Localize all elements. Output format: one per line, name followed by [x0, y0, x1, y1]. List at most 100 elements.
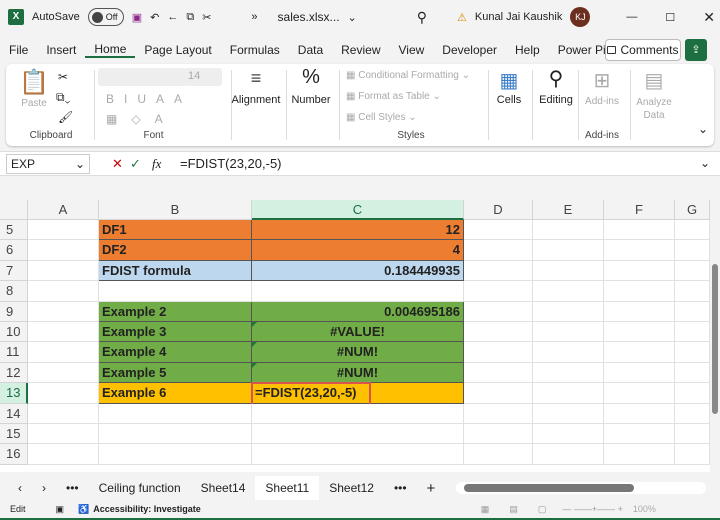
cut-icon[interactable]: ✂: [58, 70, 68, 84]
cell[interactable]: [604, 424, 675, 445]
cell-b9[interactable]: Example 2: [99, 301, 252, 322]
cell[interactable]: [464, 403, 533, 424]
cell[interactable]: [533, 281, 604, 302]
tab-file[interactable]: File: [0, 43, 37, 57]
cell[interactable]: [604, 403, 675, 424]
row-header-8[interactable]: 8: [0, 281, 28, 302]
format-painter-icon[interactable]: 🖌: [58, 110, 73, 124]
tab-formulas[interactable]: Formulas: [221, 43, 289, 57]
row-header-5[interactable]: 5: [0, 220, 28, 241]
cell[interactable]: [533, 403, 604, 424]
cell[interactable]: [533, 342, 604, 363]
number-button[interactable]: Number: [286, 94, 336, 106]
row-header-10[interactable]: 10: [0, 322, 28, 343]
tab-insert[interactable]: Insert: [37, 43, 85, 57]
column-header-c[interactable]: C: [252, 200, 464, 220]
cell[interactable]: [675, 362, 710, 384]
sheet-tab[interactable]: Sheet14: [191, 481, 256, 495]
row-header-6[interactable]: 6: [0, 240, 28, 261]
cell[interactable]: [464, 362, 533, 384]
cell[interactable]: [675, 260, 710, 282]
cell-b11[interactable]: Example 4: [99, 342, 252, 363]
cell[interactable]: [28, 424, 99, 445]
conditional-formatting-button[interactable]: ▦ Conditional Formatting ⌄: [346, 70, 470, 81]
tab-page-layout[interactable]: Page Layout: [135, 43, 220, 57]
cell[interactable]: [464, 322, 533, 343]
copy-icon[interactable]: ⧉: [186, 11, 194, 24]
name-box[interactable]: EXP ⌄: [6, 154, 90, 174]
cell-b14[interactable]: [99, 403, 252, 424]
horizontal-scrollbar[interactable]: [456, 482, 706, 494]
page-layout-view-icon[interactable]: ▤: [509, 504, 518, 515]
sheet-tab[interactable]: Sheet12: [319, 481, 384, 495]
row-header-7[interactable]: 7: [0, 260, 28, 282]
autosave-toggle[interactable]: Off: [87, 8, 124, 26]
more-sheets-button[interactable]: •••: [56, 481, 89, 495]
formula-input[interactable]: =FDIST(23,20,-5): [180, 156, 282, 171]
tab-review[interactable]: Review: [332, 43, 389, 57]
cell-b7[interactable]: FDIST formula: [99, 260, 252, 282]
paste-button[interactable]: Paste: [16, 98, 52, 109]
page-break-view-icon[interactable]: ▢: [538, 504, 547, 515]
cancel-icon[interactable]: ✕: [112, 156, 123, 172]
tab-view[interactable]: View: [390, 43, 434, 57]
cell-b15[interactable]: [99, 424, 252, 445]
comments-button[interactable]: Comments: [605, 39, 681, 61]
cell[interactable]: [604, 281, 675, 302]
cell[interactable]: [604, 444, 675, 465]
border-fill-color-buttons[interactable]: ▦◇A: [106, 112, 177, 126]
cell[interactable]: [604, 322, 675, 343]
cell[interactable]: [464, 281, 533, 302]
row-header-12[interactable]: 12: [0, 362, 28, 384]
save-icon[interactable]: ▣: [132, 11, 142, 24]
cell-b5[interactable]: DF1: [99, 220, 252, 241]
cell[interactable]: [464, 260, 533, 282]
sheet-tab-active[interactable]: Sheet11: [255, 476, 320, 500]
cell-b12[interactable]: Example 5: [99, 362, 252, 384]
cell[interactable]: [28, 362, 99, 384]
cell[interactable]: [464, 240, 533, 261]
cell-b8[interactable]: [99, 281, 252, 302]
font-name-select[interactable]: [98, 68, 186, 86]
add-sheet-button[interactable]: +: [417, 480, 446, 497]
column-header-a[interactable]: A: [28, 200, 99, 220]
cell-c6[interactable]: 4: [252, 240, 464, 261]
paste-icon[interactable]: 📋: [16, 68, 52, 97]
cell[interactable]: [604, 240, 675, 261]
cell-c16[interactable]: [252, 444, 464, 465]
font-format-buttons[interactable]: BIUAA: [106, 92, 192, 106]
cell-b13[interactable]: Example 6: [99, 383, 252, 404]
cell[interactable]: [533, 444, 604, 465]
tab-home[interactable]: Home: [85, 42, 136, 58]
cell[interactable]: [604, 301, 675, 322]
insert-function-button[interactable]: fx: [152, 156, 161, 172]
cell[interactable]: [464, 342, 533, 363]
column-header-g[interactable]: G: [675, 200, 710, 220]
cell-c15[interactable]: [252, 424, 464, 445]
cell[interactable]: [675, 240, 710, 261]
editing-button[interactable]: Editing: [532, 94, 580, 106]
more-icon[interactable]: »: [251, 11, 257, 23]
column-header-d[interactable]: D: [464, 200, 533, 220]
cell[interactable]: [675, 403, 710, 424]
tab-help[interactable]: Help: [506, 43, 549, 57]
cell[interactable]: [28, 342, 99, 363]
worksheet-grid[interactable]: A B C D E F G 5 DF1 12 6 DF2 4 7 FDIST formula 0.184449…: [0, 200, 710, 472]
analyze-data-button[interactable]: Analyze Data: [634, 96, 674, 122]
cell[interactable]: [464, 424, 533, 445]
zoom-slider[interactable]: — ——+—— +: [562, 504, 623, 514]
prev-sheet-icon[interactable]: ‹: [0, 481, 32, 495]
cell-b10[interactable]: Example 3: [99, 322, 252, 343]
cell[interactable]: [604, 362, 675, 384]
cell[interactable]: [604, 383, 675, 404]
cell-c11[interactable]: #NUM!: [252, 342, 464, 363]
cell[interactable]: [675, 301, 710, 322]
normal-view-icon[interactable]: ▦: [481, 504, 490, 515]
filename[interactable]: sales.xlsx...: [278, 10, 340, 24]
cell[interactable]: [464, 383, 533, 404]
cell[interactable]: [28, 301, 99, 322]
cell-c14[interactable]: [252, 403, 464, 424]
cell[interactable]: [533, 362, 604, 384]
cell[interactable]: [604, 342, 675, 363]
sheet-tab[interactable]: Ceiling function: [89, 481, 191, 495]
